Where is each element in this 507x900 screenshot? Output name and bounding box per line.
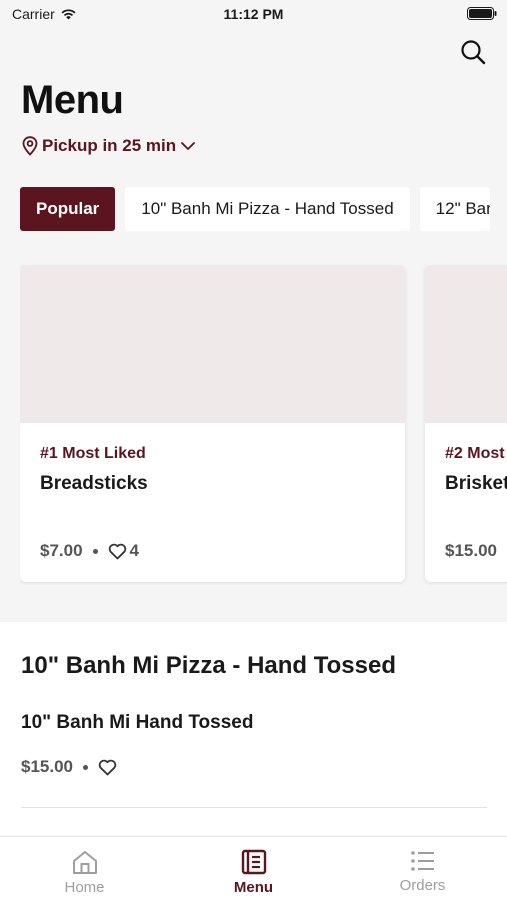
card-name: Breadsticks <box>40 473 148 494</box>
item-image-placeholder <box>20 265 405 423</box>
tab-12-banh-mi[interactable]: 12" Banh Mi <box>419 187 490 231</box>
popular-carousel: #1 Most Liked Breadsticks $7.00 4 #2 Mos… <box>20 265 507 585</box>
card-name: Brisket <box>445 473 507 494</box>
clock: 11:12 PM <box>223 6 284 22</box>
pickup-label: Pickup in 25 min <box>42 136 177 155</box>
card-rank: #2 Most Liked <box>445 445 507 462</box>
menu-section: 10" Banh Mi Pizza - Hand Tossed 10" Banh… <box>0 622 507 837</box>
home-icon <box>72 851 97 874</box>
battery-icon <box>467 7 497 20</box>
menu-item-price: $15.00 <box>21 757 73 776</box>
like-count[interactable]: 4 <box>108 541 139 561</box>
bottom-tab-bar: Home Menu Orders <box>0 836 507 900</box>
separator-dot <box>83 764 88 770</box>
menu-item-meta: $15.00 <box>21 757 117 777</box>
card-meta: $15.00 <box>445 541 497 561</box>
search-button[interactable] <box>457 36 489 68</box>
card-price: $7.00 <box>40 541 83 560</box>
pickup-time-selector[interactable]: Pickup in 25 min <box>22 136 196 156</box>
heart-icon <box>108 543 126 559</box>
tabbar-orders[interactable]: Orders <box>338 837 507 900</box>
chevron-down-icon <box>181 142 196 150</box>
tabbar-label: Menu <box>233 879 274 896</box>
item-image-placeholder <box>425 265 507 423</box>
menu-book-icon <box>241 849 266 875</box>
status-bar: Carrier 11:12 PM <box>0 0 507 30</box>
divider <box>21 807 487 808</box>
separator-dot <box>92 548 98 554</box>
card-meta: $7.00 4 <box>40 541 139 561</box>
like-count-value: 4 <box>129 541 140 560</box>
heart-icon[interactable] <box>98 759 117 776</box>
search-icon <box>461 40 486 65</box>
section-title: 10" Banh Mi Pizza - Hand Tossed <box>21 652 396 679</box>
tabbar-menu[interactable]: Menu <box>169 837 338 900</box>
page-title: Menu <box>21 78 124 122</box>
menu-item[interactable]: 10" Banh Mi Hand Tossed $15.00 <box>0 702 507 802</box>
list-icon <box>410 851 434 871</box>
tab-label: 12" Banh Mi <box>435 199 490 218</box>
tab-10-banh-mi-pizza[interactable]: 10" Banh Mi Pizza - Hand Tossed <box>125 187 410 231</box>
tabbar-label: Home <box>64 879 105 896</box>
menu-item-name: 10" Banh Mi Hand Tossed <box>21 712 254 733</box>
popular-card[interactable]: #2 Most Liked Brisket $15.00 <box>425 265 507 582</box>
tab-label: 10" Banh Mi Pizza - Hand Tossed <box>141 199 394 218</box>
category-tabs: Popular 10" Banh Mi Pizza - Hand Tossed … <box>20 187 490 231</box>
tabbar-home[interactable]: Home <box>0 837 169 900</box>
card-rank: #1 Most Liked <box>40 445 146 462</box>
location-pin-icon <box>22 136 38 156</box>
popular-card[interactable]: #1 Most Liked Breadsticks $7.00 4 <box>20 265 405 582</box>
tab-label: Popular <box>36 199 100 218</box>
card-price: $15.00 <box>445 541 497 560</box>
tab-popular[interactable]: Popular <box>20 187 116 231</box>
tabbar-label: Orders <box>399 877 446 894</box>
